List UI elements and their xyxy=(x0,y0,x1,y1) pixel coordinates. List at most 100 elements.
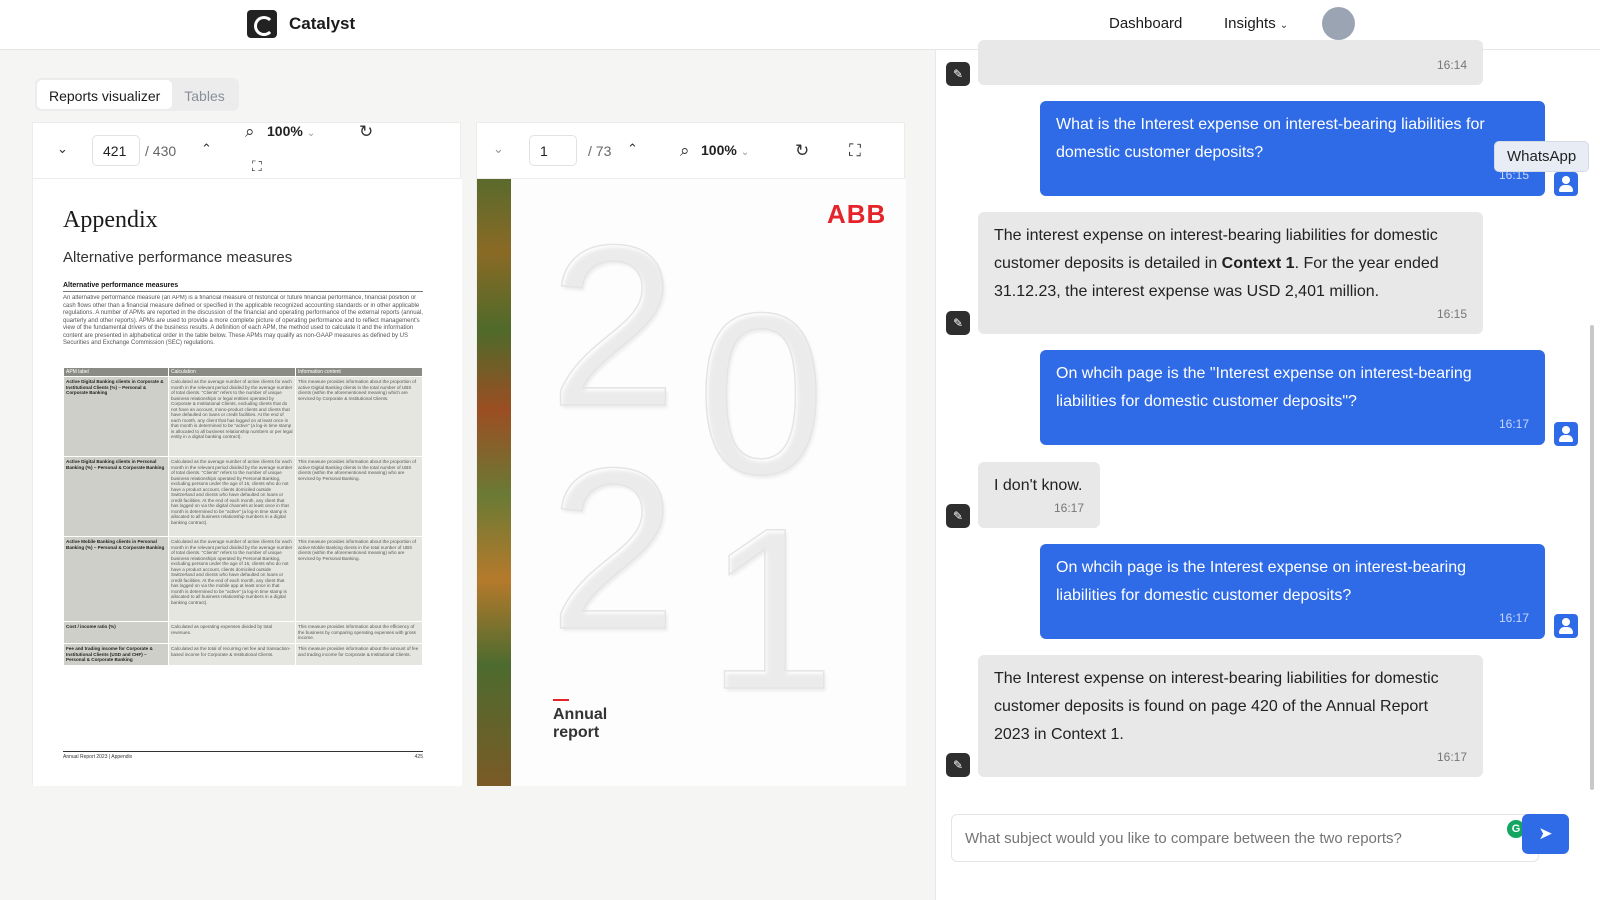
view-tabs: Reports visualizer Tables xyxy=(35,78,239,111)
table-cell: This measure provides information about … xyxy=(295,621,423,644)
page-subtitle: Alternative performance measures xyxy=(63,249,293,266)
apm-table: APM label Calculation Information conten… xyxy=(63,367,423,666)
send-button[interactable]: ➤ xyxy=(1522,814,1569,854)
page-total: / 430 xyxy=(145,143,177,159)
bot-message: The interest expense on interest-bearing… xyxy=(978,212,1483,334)
table-cell: Calculated as the average number of acti… xyxy=(168,536,296,622)
document-page: Appendix Alternative performance measure… xyxy=(33,179,462,786)
feather-icon: ✎ xyxy=(946,504,970,528)
year-digit: 0 xyxy=(696,265,825,522)
paragraph: An alternative performance measure (an A… xyxy=(63,295,423,346)
user-icon xyxy=(1554,172,1578,196)
table-header: Information content xyxy=(295,367,423,377)
year-digit: 1 xyxy=(706,480,835,737)
catalyst-logo-icon[interactable] xyxy=(247,10,277,38)
zoom-value: 100% xyxy=(267,123,303,139)
table-cell: Cost / income ratio (%) xyxy=(63,621,169,644)
fullscreen-icon[interactable]: ⛶ xyxy=(252,159,262,173)
message-time: 16:17 xyxy=(1053,501,1084,515)
whatsapp-tooltip: WhatsApp xyxy=(1494,141,1590,172)
feather-icon: ✎ xyxy=(946,311,970,335)
report-cover: ABB 2 0 2 1 Annual report xyxy=(477,179,906,786)
zoom-select[interactable]: 100% ⌄ xyxy=(701,142,749,158)
search-icon[interactable]: ⌕ xyxy=(245,123,255,140)
chat-scrollbar[interactable] xyxy=(1590,325,1594,790)
send-icon: ➤ xyxy=(1538,824,1553,843)
section-heading: Alternative performance measures xyxy=(63,282,179,289)
table-cell: Calculated as the total of recurring net… xyxy=(168,643,296,666)
table-cell: Fee and trading income for Corporate & I… xyxy=(63,643,169,666)
cover-label: Annual report xyxy=(553,706,608,742)
message-time: 16:17 xyxy=(1436,750,1467,764)
bot-message: The Interest expense on interest-bearing… xyxy=(978,655,1483,777)
chat-input-container xyxy=(951,814,1539,862)
nav-insights-label: Insights xyxy=(1224,15,1276,32)
tab-reports-visualizer[interactable]: Reports visualizer xyxy=(37,80,173,109)
table-row: Active Digital Banking clients in Corpor… xyxy=(63,376,423,457)
page-title: Appendix xyxy=(63,207,158,233)
message-time: 16:17 xyxy=(1498,417,1529,431)
user-message: On whcih page is the Interest expense on… xyxy=(1040,544,1545,639)
table-cell: This measure provides information about … xyxy=(295,643,423,666)
nav-dashboard[interactable]: Dashboard xyxy=(1109,15,1182,32)
table-row: Cost / income ratio (%) Calculated as ope… xyxy=(63,621,423,644)
divider xyxy=(63,291,423,292)
nav-insights[interactable]: Insights ⌄ xyxy=(1224,15,1288,32)
rotate-icon[interactable]: ↻ xyxy=(359,123,373,140)
feather-icon: ✎ xyxy=(946,62,970,86)
year-digit: 2 xyxy=(548,197,677,454)
avatar[interactable] xyxy=(1322,7,1355,40)
chevron-down-icon[interactable]: ⌄ xyxy=(57,141,68,157)
table-cell: This measure provides information about … xyxy=(295,456,423,537)
user-message: On whcih page is the "Interest expense o… xyxy=(1040,350,1545,445)
page-total: / 73 xyxy=(588,143,612,159)
table-cell: This measure provides information about … xyxy=(295,536,423,622)
footer-page-number: 425 xyxy=(414,754,423,760)
table-row: Fee and trading income for Corporate & I… xyxy=(63,643,423,666)
fullscreen-icon[interactable]: ⛶ xyxy=(849,142,861,159)
abb-logo: ABB xyxy=(827,199,887,229)
message-time: 16:15 xyxy=(1436,307,1467,321)
table-cell: Active Digital Banking clients in Person… xyxy=(63,456,169,537)
table-row: Active Mobile Banking clients in Persona… xyxy=(63,536,423,622)
year-digit: 2 xyxy=(548,420,677,677)
chevron-down-icon: ⌄ xyxy=(306,128,316,139)
plant-image xyxy=(477,179,511,786)
message-text: What is the Interest expense on interest… xyxy=(1056,116,1485,161)
chevron-down-icon: ⌄ xyxy=(1279,20,1289,31)
page-footer: Annual Report 2023 | Appendix 425 xyxy=(63,751,423,760)
chevron-down-icon[interactable]: ⌄ xyxy=(493,141,504,157)
accent-bar xyxy=(553,699,569,701)
user-icon xyxy=(1554,614,1578,638)
zoom-select[interactable]: 100% ⌄ xyxy=(267,123,315,139)
message-text: On whcih page is the Interest expense on… xyxy=(1056,559,1467,604)
table-header: APM label xyxy=(63,367,169,377)
pdf-viewer-left: ⌄ 421 / 430 ⌃ ⌕ 100% ⌄ ↻ ⛶ Appendix Alter… xyxy=(32,122,462,786)
tab-tables[interactable]: Tables xyxy=(172,80,236,109)
zoom-value: 100% xyxy=(701,142,737,158)
feather-icon: ✎ xyxy=(946,753,970,777)
table-cell: Active Digital Banking clients in Corpor… xyxy=(63,376,169,457)
pdf-viewer-right: ⌄ 1 / 73 ⌃ ⌕ 100% ⌄ ↻ ⛶ ABB 2 0 2 1 Annua… xyxy=(476,122,906,786)
app-name[interactable]: Catalyst xyxy=(289,14,355,34)
rotate-icon[interactable]: ↻ xyxy=(795,142,809,159)
table-cell: Calculated as operating expenses divided… xyxy=(168,621,296,644)
chevron-up-icon[interactable]: ⌃ xyxy=(627,141,638,157)
table-cell: This measure provides information about … xyxy=(295,376,423,457)
chevron-up-icon[interactable]: ⌃ xyxy=(201,141,212,157)
table-cell: Calculated as the average number of acti… xyxy=(168,376,296,457)
user-icon xyxy=(1554,422,1578,446)
bot-message: 16:14 xyxy=(978,40,1483,85)
page-number-input[interactable]: 421 xyxy=(92,135,140,166)
search-icon[interactable]: ⌕ xyxy=(680,142,690,159)
table-header: Calculation xyxy=(168,367,296,377)
table-cell: Active Mobile Banking clients in Persona… xyxy=(63,536,169,622)
table-cell: Calculated as the average number of acti… xyxy=(168,456,296,537)
page-number-input[interactable]: 1 xyxy=(529,135,577,166)
chat-input[interactable] xyxy=(952,815,1538,861)
message-time: 16:14 xyxy=(1436,58,1467,72)
table-row: Active Digital Banking clients in Person… xyxy=(63,456,423,537)
user-message: What is the Interest expense on interest… xyxy=(1040,101,1545,196)
bot-message: I don't know. 16:17 xyxy=(978,462,1100,528)
message-text: The Interest expense on interest-bearing… xyxy=(994,670,1439,743)
